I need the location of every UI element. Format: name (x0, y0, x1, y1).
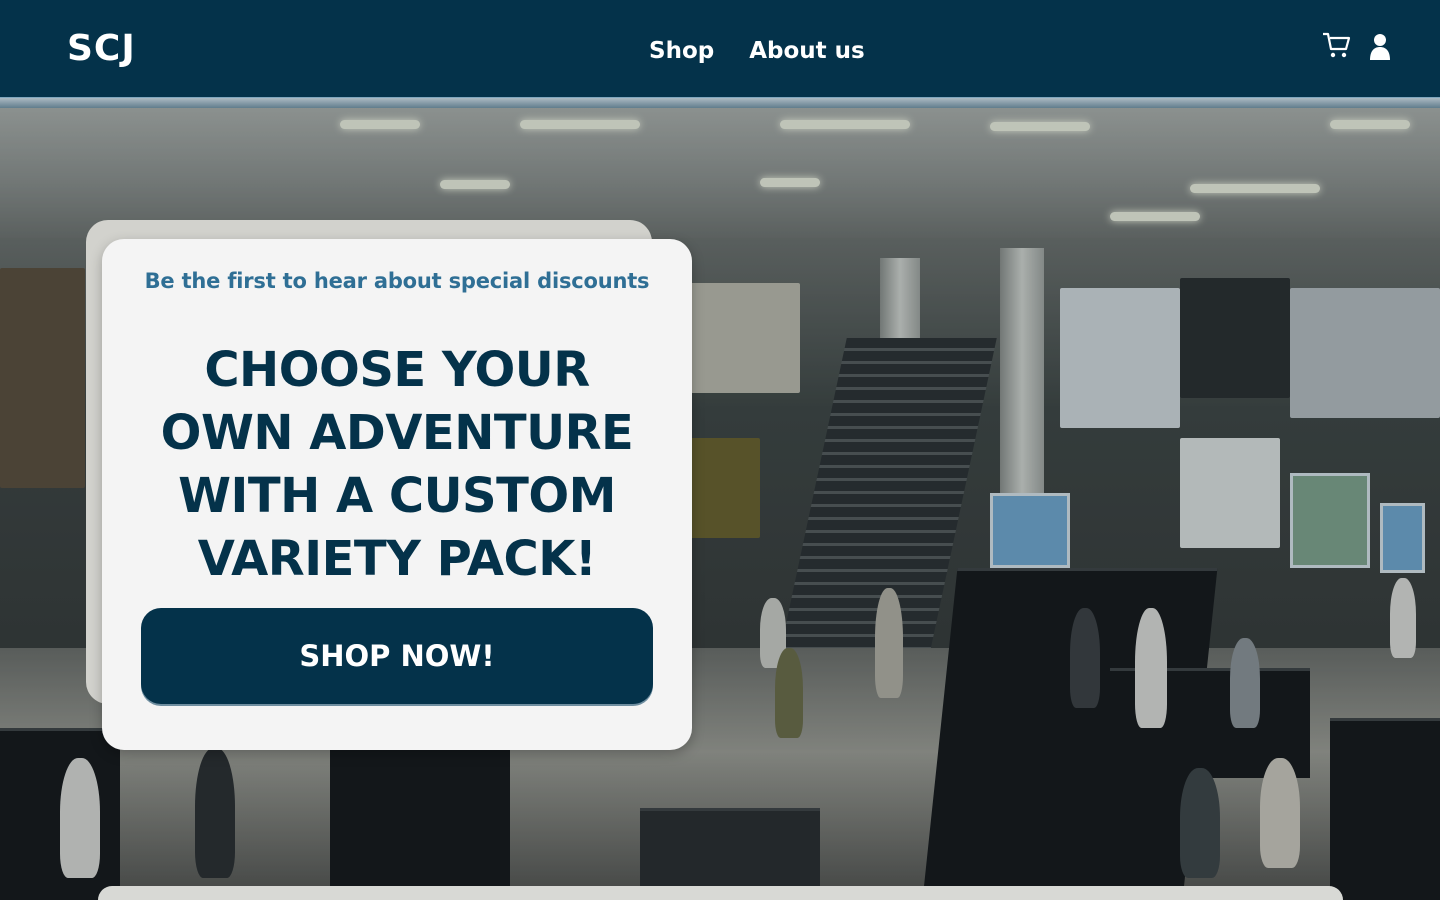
nav-link-shop[interactable]: Shop (649, 38, 714, 64)
nav-divider (0, 98, 1440, 108)
top-navigation-bar: SCJ Shop About us (0, 0, 1440, 98)
nav-link-about-us[interactable]: About us (749, 38, 865, 64)
brand-logo[interactable]: SCJ (67, 28, 136, 69)
main-nav: Shop About us (649, 38, 865, 64)
shop-now-button[interactable]: SHOP NOW! (141, 608, 653, 704)
page: SCJ Shop About us Be the first to hear a… (0, 0, 1440, 900)
user-icon[interactable] (1368, 33, 1392, 61)
next-section-panel (98, 886, 1343, 900)
promo-headline: CHOOSE YOUR OWN ADVENTURE WITH A CUSTOM … (160, 342, 634, 587)
cart-icon[interactable] (1321, 30, 1351, 60)
promo-card: Be the first to hear about special disco… (102, 239, 692, 750)
promo-kicker: Be the first to hear about special disco… (144, 269, 650, 293)
